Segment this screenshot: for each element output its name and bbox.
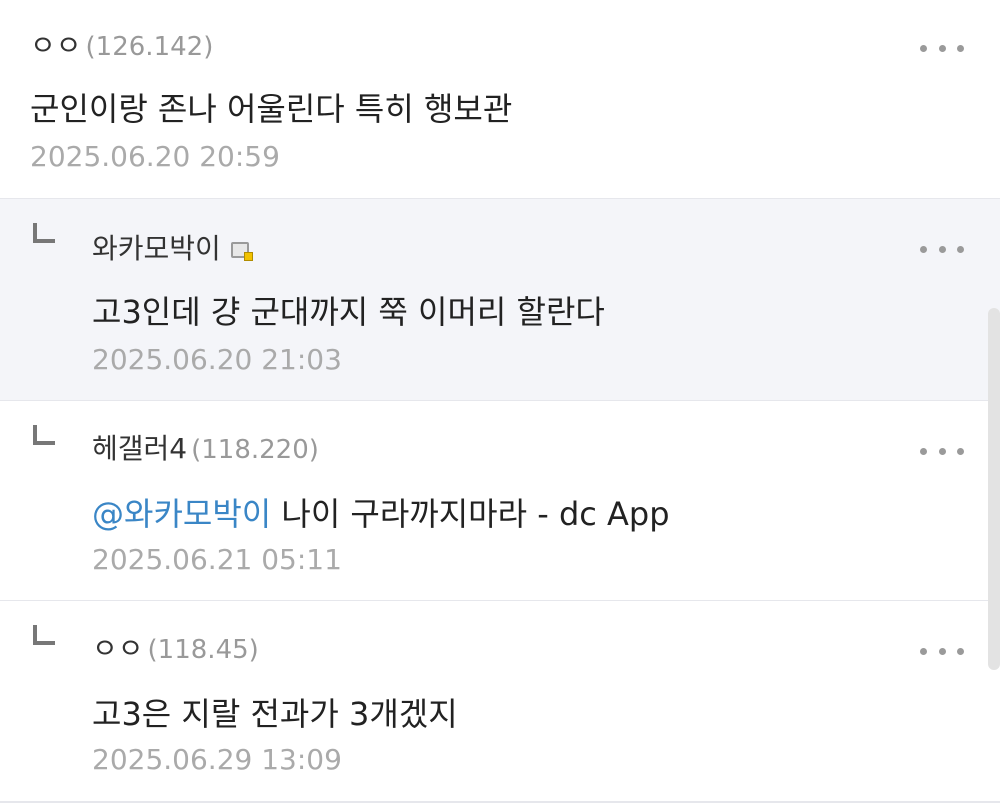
gallog-icon[interactable] xyxy=(230,241,253,261)
comment-nickname[interactable]: 헤갤러4 xyxy=(92,432,187,465)
comment-nickname[interactable]: ㅇㅇ xyxy=(30,29,82,62)
comment-author[interactable]: ㅇㅇ (126.142) xyxy=(30,24,213,64)
comment-text: 군인이랑 존나 어울린다 특히 행보관 xyxy=(30,90,513,128)
reply-arrow-icon xyxy=(33,223,55,243)
comment-nickname[interactable]: ㅇㅇ xyxy=(92,632,144,665)
comment-text-body: 나이 구라까지마라 - dc App xyxy=(271,495,670,533)
comment-text: 고3은 지랄 전과가 3개겠지 xyxy=(92,695,458,733)
comment-text: @와카모박이 나이 구라까지마라 - dc App xyxy=(92,489,670,535)
comment-author[interactable]: 헤갤러4 (118.220) xyxy=(92,427,319,467)
more-dots-icon[interactable] xyxy=(920,243,964,255)
comment-ip: (118.45) xyxy=(147,635,259,665)
reply-arrow-icon xyxy=(33,625,55,645)
comment-author[interactable]: 와카모박이 xyxy=(92,227,253,267)
more-dots-icon[interactable] xyxy=(920,42,964,54)
comment-ip: (118.220) xyxy=(191,435,319,465)
comment-ip: (126.142) xyxy=(85,32,214,62)
reply-item: 와카모박이 고3인데 걍 군대까지 쭉 이머리 할란다 2025.06.20 2… xyxy=(0,198,1000,400)
reply-item: 헤갤러4 (118.220) @와카모박이 나이 구라까지마라 - dc App … xyxy=(0,400,1000,600)
comment-text: 고3인데 걍 군대까지 쭉 이머리 할란다 xyxy=(92,293,605,331)
comment-date: 2025.06.20 20:59 xyxy=(30,140,280,173)
more-dots-icon[interactable] xyxy=(920,445,964,457)
comment-item: ㅇㅇ (126.142) 군인이랑 존나 어울린다 특히 행보관 2025.06.… xyxy=(0,0,1000,198)
comment-date: 2025.06.20 21:03 xyxy=(92,343,342,376)
divider xyxy=(0,801,1000,803)
reply-item: ㅇㅇ (118.45) 고3은 지랄 전과가 3개겠지 2025.06.29 13… xyxy=(0,600,1000,807)
reply-arrow-icon xyxy=(33,425,55,445)
comment-nickname[interactable]: 와카모박이 xyxy=(92,232,221,265)
mention-link[interactable]: @와카모박이 xyxy=(92,495,271,533)
comment-author[interactable]: ㅇㅇ (118.45) xyxy=(92,627,259,667)
comment-date: 2025.06.29 13:09 xyxy=(92,743,342,776)
more-dots-icon[interactable] xyxy=(920,645,964,657)
comment-date: 2025.06.21 05:11 xyxy=(92,543,342,576)
scrollbar[interactable] xyxy=(988,308,1000,670)
